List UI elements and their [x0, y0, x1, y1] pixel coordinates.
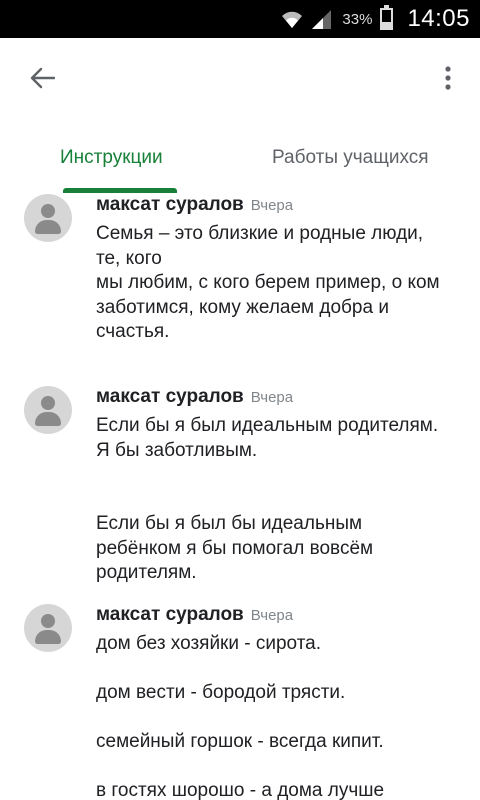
comment-text: Семья – это близкие и родные люди, те, к… — [96, 222, 450, 345]
comment-list: максат суралов Вчера Семья – это близкие… — [0, 194, 480, 800]
comment-time: Вчера — [250, 197, 294, 214]
clock: 14:05 — [407, 5, 470, 32]
active-tab-indicator — [63, 188, 177, 193]
comment-item: максат суралов Вчера дом без хозяйки - с… — [0, 604, 480, 800]
back-button[interactable] — [22, 62, 62, 98]
signal-icon — [310, 8, 332, 30]
comment-item: максат суралов Вчера Если бы я был идеал… — [0, 386, 480, 586]
status-icons: 33% 14:05 — [280, 0, 470, 38]
comment-line: в гостях шорошо - а дома лучше — [96, 780, 385, 800]
comment-author: максат суралов — [96, 604, 244, 625]
tab-instructions[interactable]: Инструкции — [60, 122, 163, 194]
status-bar: 33% 14:05 — [0, 0, 480, 38]
comment-text: дом без хозяйки - сирота. дом вести - бо… — [96, 632, 450, 800]
account-circle-icon — [24, 194, 72, 242]
more-options-button[interactable] — [430, 62, 466, 98]
comment-line: Если бы я был идеальным родителям. Я бы … — [96, 415, 439, 461]
comment-line: дом вести - бородой трясти. — [96, 682, 346, 703]
comment-author: максат суралов — [96, 386, 244, 407]
comment-line: дом без хозяйки - сирота. — [96, 633, 322, 654]
account-circle-icon — [24, 604, 72, 652]
comment-meta: максат суралов Вчера — [96, 386, 450, 408]
account-circle-icon — [24, 386, 72, 434]
battery-percent: 33% — [342, 10, 373, 28]
comment-text: Если бы я был идеальным родителям. Я бы … — [96, 414, 450, 586]
comment-time: Вчера — [250, 389, 294, 406]
more-vert-icon — [444, 65, 452, 96]
comment-line: мы любим, с кого берем пример, о ком — [96, 272, 440, 293]
comment-item: максат суралов Вчера Семья – это близкие… — [0, 194, 480, 345]
battery-fill — [382, 22, 392, 28]
arrow-back-icon — [29, 66, 56, 95]
wifi-icon — [280, 8, 304, 30]
comment-line: заботимся, кому желаем добра и счастья. — [96, 296, 389, 343]
comment-line: Семья – это близкие и родные люди, те, к… — [96, 223, 424, 269]
battery-icon — [380, 5, 394, 30]
app-bar — [0, 38, 480, 122]
tab-bar: Инструкции Работы учащихся — [0, 122, 480, 194]
comment-time: Вчера — [250, 607, 294, 624]
comment-line: Если бы я был бы идеальным ребёнком я бы… — [96, 513, 374, 583]
comment-author: максат суралов — [96, 194, 244, 215]
comment-meta: максат суралов Вчера — [96, 604, 450, 626]
comment-meta: максат суралов Вчера — [96, 194, 450, 216]
tab-student-work[interactable]: Работы учащихся — [272, 122, 429, 194]
comment-line: семейный горшок - всегда кипит. — [96, 731, 384, 752]
